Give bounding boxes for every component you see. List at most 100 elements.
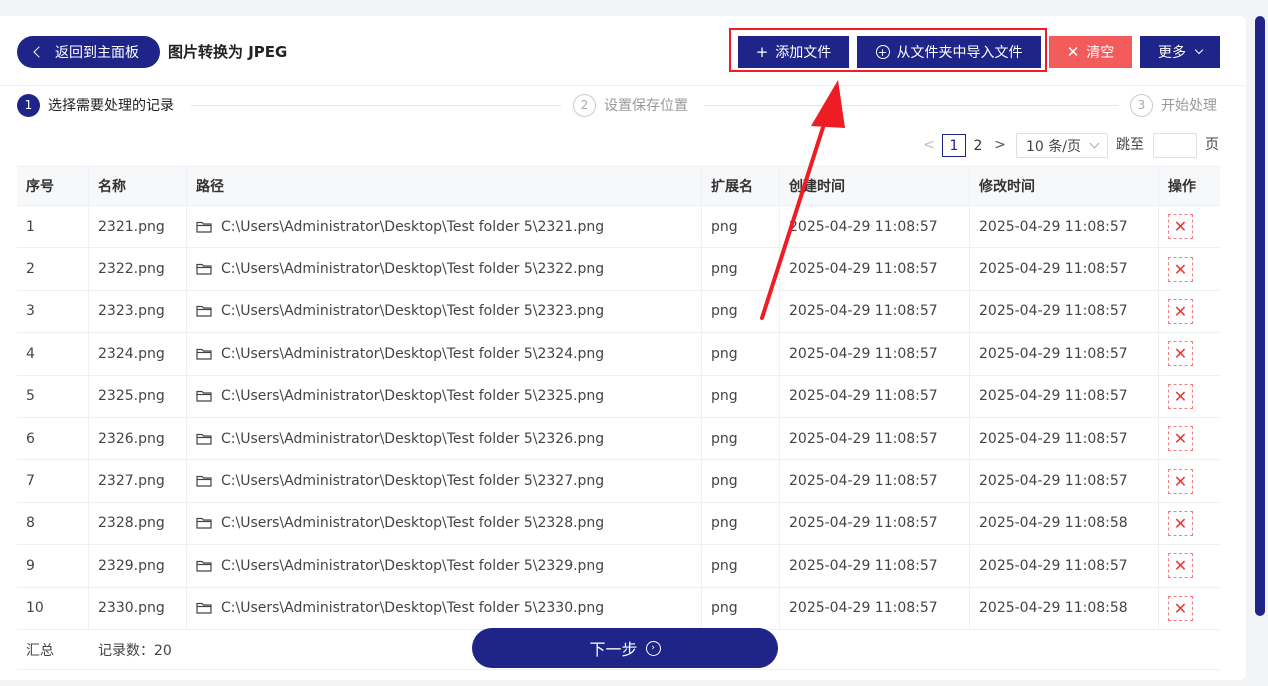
cell-action: ✕ — [1159, 291, 1220, 332]
plus-icon: + — [755, 43, 769, 61]
step-connector-1 — [191, 105, 561, 106]
pager-page-2[interactable]: 2 — [969, 134, 987, 157]
cell-name: 2325.png — [89, 375, 187, 417]
cell-modified-time: 2025-04-29 11:08:57 — [970, 375, 1159, 417]
folder-icon — [196, 560, 212, 572]
cell-action: ✕ — [1159, 206, 1220, 247]
table-row: 1 2321.png C:\Users\Administrator\Desktop\… — [17, 206, 1220, 249]
cell-path-text: C:\Users\Administrator\Desktop\Test fold… — [221, 515, 605, 532]
delete-row-button[interactable]: ✕ — [1168, 553, 1193, 579]
step-1-label: 选择需要处理的记录 — [48, 98, 174, 114]
header-extension: 扩展名 — [702, 167, 780, 205]
cell-action: ✕ — [1159, 588, 1220, 629]
more-button[interactable]: 更多 — [1140, 36, 1220, 68]
table-row: 5 2325.png C:\Users\Administrator\Desktop\… — [17, 375, 1220, 418]
cell-path: C:\Users\Administrator\Desktop\Test fold… — [187, 545, 702, 587]
next-step-button[interactable]: 下一步 › — [472, 628, 778, 668]
cell-modified-time: 2025-04-29 11:08:58 — [970, 502, 1159, 545]
back-to-dashboard-button[interactable]: 返回到主面板 — [17, 36, 160, 68]
table-row: 3 2323.png C:\Users\Administrator\Desktop\… — [17, 290, 1220, 334]
step-3: 3 开始处理 — [1130, 93, 1217, 117]
cell-name: 2322.png — [89, 248, 187, 290]
cell-index: 4 — [17, 333, 89, 375]
pager-next-button[interactable]: > — [993, 133, 1007, 157]
delete-row-button[interactable]: ✕ — [1168, 595, 1193, 621]
cell-index: 8 — [17, 502, 89, 545]
cell-created-time: 2025-04-29 11:08:57 — [780, 418, 970, 460]
cell-name: 2329.png — [89, 545, 187, 587]
cell-index: 6 — [17, 418, 89, 460]
folder-icon — [196, 475, 212, 487]
cell-path-text: C:\Users\Administrator\Desktop\Test fold… — [221, 388, 605, 405]
cell-extension: png — [702, 290, 780, 333]
step-3-number: 3 — [1130, 93, 1153, 117]
delete-row-button[interactable]: ✕ — [1168, 214, 1193, 240]
add-file-label: 添加文件 — [775, 45, 832, 61]
clear-button[interactable]: ✕ 清空 — [1049, 36, 1132, 68]
cell-modified-time: 2025-04-29 11:08:57 — [970, 248, 1159, 290]
cell-modified-time: 2025-04-29 11:08:57 — [970, 333, 1159, 375]
table-row: 8 2328.png C:\Users\Administrator\Desktop\… — [17, 502, 1220, 546]
next-step-label: 下一步 — [589, 640, 638, 659]
delete-row-button[interactable]: ✕ — [1168, 298, 1193, 324]
cell-index: 5 — [17, 375, 89, 417]
cell-created-time: 2025-04-29 11:08:57 — [780, 206, 970, 248]
close-icon: ✕ — [1173, 301, 1188, 321]
import-folder-button[interactable]: + 从文件夹中导入文件 — [857, 36, 1041, 68]
pager-page-1[interactable]: 1 — [942, 134, 966, 157]
close-icon: ✕ — [1173, 259, 1188, 279]
delete-row-button[interactable]: ✕ — [1168, 256, 1193, 282]
cell-created-time: 2025-04-29 11:08:57 — [780, 333, 970, 375]
close-icon: ✕ — [1173, 429, 1188, 449]
top-strip — [0, 0, 1268, 8]
cell-created-time: 2025-04-29 11:08:57 — [780, 248, 970, 290]
scrollbar-thumb[interactable] — [1255, 16, 1265, 616]
step-1: 1 选择需要处理的记录 — [17, 93, 174, 117]
cell-path: C:\Users\Administrator\Desktop\Test fold… — [187, 206, 702, 248]
folder-icon — [196, 391, 212, 402]
folder-icon — [196, 306, 212, 318]
close-icon: ✕ — [1173, 344, 1188, 364]
cell-action: ✕ — [1159, 460, 1220, 501]
cell-modified-time: 2025-04-29 11:08:57 — [970, 460, 1159, 502]
pager-prev-button[interactable]: < — [922, 133, 936, 157]
clear-label: 清空 — [1086, 45, 1115, 61]
page-size-select[interactable]: 10 条/页 — [1016, 133, 1108, 158]
chevron-down-icon — [1194, 45, 1204, 55]
delete-row-button[interactable]: ✕ — [1168, 383, 1193, 409]
jump-page-input[interactable] — [1153, 133, 1197, 158]
cell-created-time: 2025-04-29 11:08:57 — [780, 460, 970, 502]
cell-action: ✕ — [1159, 333, 1220, 374]
close-icon: ✕ — [1066, 43, 1080, 61]
cell-modified-time: 2025-04-29 11:08:58 — [970, 587, 1159, 629]
header-modified-time: 修改时间 — [970, 167, 1159, 205]
delete-row-button[interactable]: ✕ — [1168, 510, 1193, 536]
cell-path-text: C:\Users\Administrator\Desktop\Test fold… — [221, 218, 605, 235]
table-header-row: 序号 名称 路径 扩展名 创建时间 修改时间 操作 — [17, 166, 1220, 206]
folder-icon — [196, 433, 212, 445]
cell-created-time: 2025-04-29 11:08:57 — [780, 502, 970, 545]
cell-name: 2326.png — [89, 418, 187, 460]
header-index: 序号 — [17, 167, 89, 205]
delete-row-button[interactable]: ✕ — [1168, 468, 1193, 494]
cell-path: C:\Users\Administrator\Desktop\Test fold… — [187, 460, 702, 502]
cell-extension: png — [702, 375, 780, 417]
import-folder-label: 从文件夹中导入文件 — [896, 45, 1023, 61]
cell-path-text: C:\Users\Administrator\Desktop\Test fold… — [221, 345, 605, 362]
cell-action: ✕ — [1159, 418, 1220, 459]
add-file-button[interactable]: + 添加文件 — [738, 36, 849, 68]
cell-path: C:\Users\Administrator\Desktop\Test fold… — [187, 290, 702, 333]
chevron-down-icon — [1089, 138, 1100, 149]
cell-path-text: C:\Users\Administrator\Desktop\Test fold… — [221, 261, 605, 278]
page-size-value: 10 条/页 — [1026, 138, 1081, 155]
cell-index: 3 — [17, 290, 89, 333]
table-row: 6 2326.png C:\Users\Administrator\Desktop\… — [17, 418, 1220, 461]
delete-row-button[interactable]: ✕ — [1168, 426, 1193, 452]
delete-row-button[interactable]: ✕ — [1168, 341, 1193, 367]
cell-path: C:\Users\Administrator\Desktop\Test fold… — [187, 587, 702, 629]
cell-extension: png — [702, 206, 780, 248]
table-row: 7 2327.png C:\Users\Administrator\Desktop\… — [17, 460, 1220, 503]
cell-index: 1 — [17, 206, 89, 248]
close-icon: ✕ — [1173, 471, 1188, 491]
cell-action: ✕ — [1159, 545, 1220, 586]
